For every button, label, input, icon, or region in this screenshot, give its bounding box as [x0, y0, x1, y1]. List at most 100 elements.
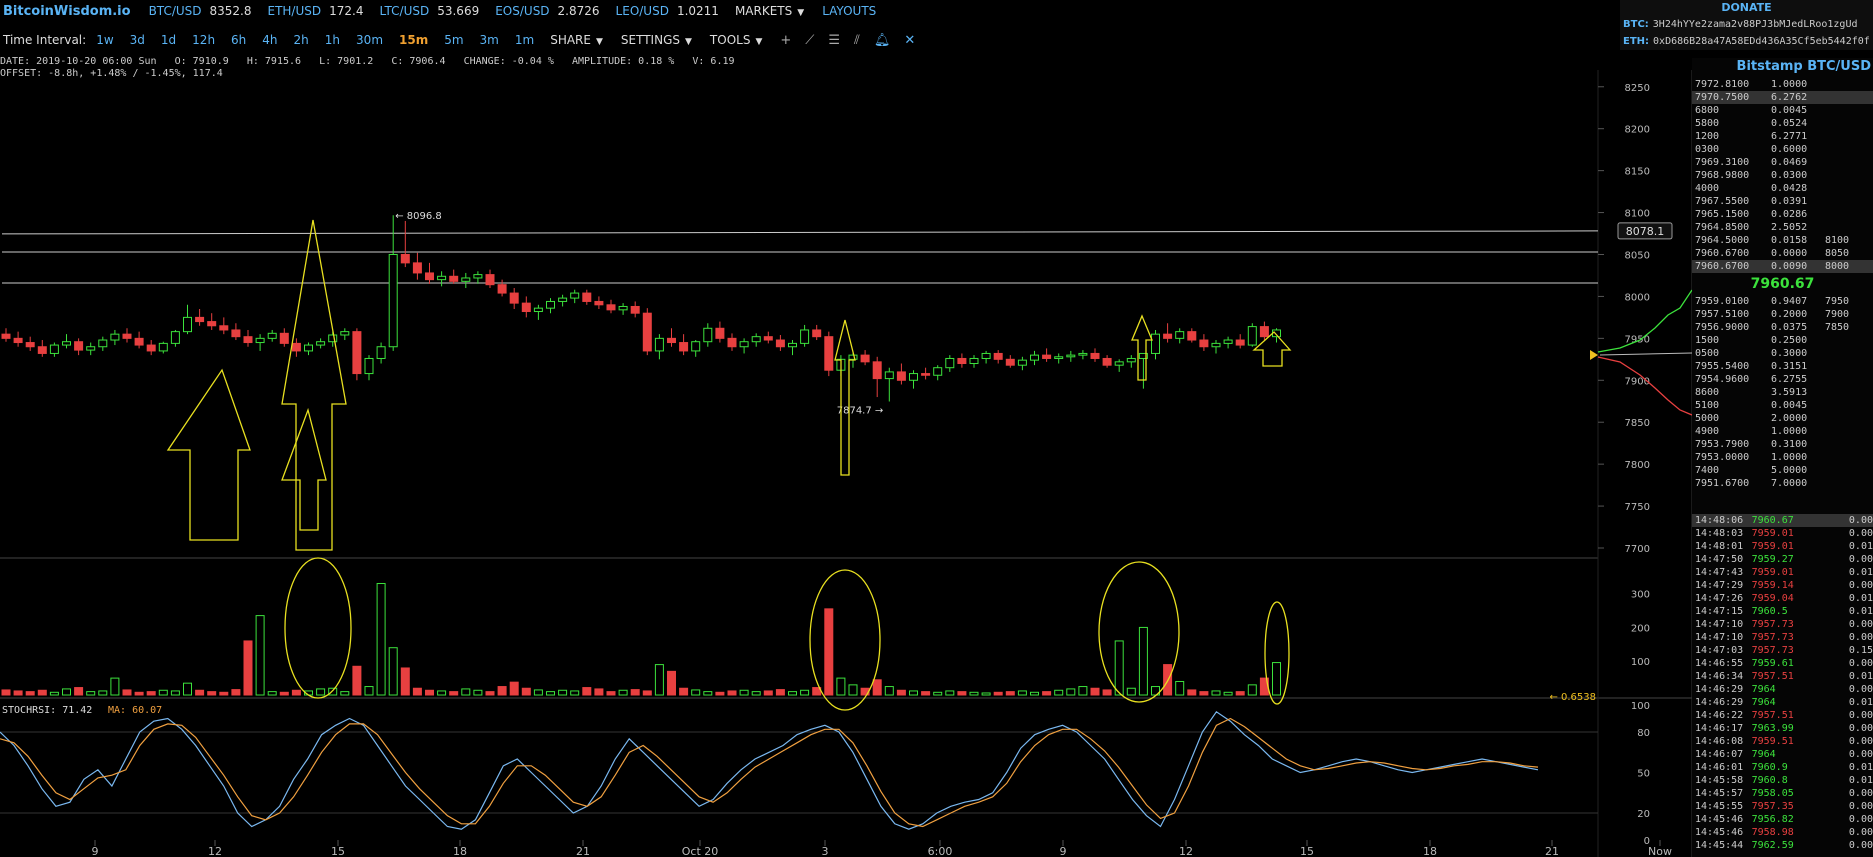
brand-logo[interactable]: BitcoinWisdom.io	[0, 4, 131, 19]
tools-menu[interactable]: TOOLS ▼	[710, 33, 762, 47]
trade-row[interactable]: 14:45:46 7956.82 0.00	[1692, 813, 1873, 826]
order-book-bid-row[interactable]: 7954.9600 6.2755	[1692, 373, 1873, 386]
price-chart[interactable]: 7700775078007850790079508000805081008150…	[0, 70, 1692, 857]
candle-body	[703, 327, 713, 343]
order-book-ask-row[interactable]: 7960.6700 0.0000 8050	[1692, 247, 1873, 260]
trade-row[interactable]: 14:45:46 7958.98 0.00	[1692, 826, 1873, 839]
trade-row[interactable]: 14:46:34 7957.51 0.01	[1692, 670, 1873, 683]
order-book-bid-row[interactable]: 4900 1.0000	[1692, 425, 1873, 438]
order-book-ask-row[interactable]: 5800 0.0524	[1692, 117, 1873, 130]
interval-6h[interactable]: 6h	[231, 33, 246, 47]
trade-row[interactable]: 14:46:22 7957.51 0.00	[1692, 709, 1873, 722]
trade-row[interactable]: 14:46:08 7959.51 0.00	[1692, 735, 1873, 748]
order-book-bid-row[interactable]: 5000 2.0000	[1692, 412, 1873, 425]
candle-body	[86, 346, 96, 351]
donate-eth-row[interactable]: ETH: 0xD686B28a47A58EDd436A35Cf5eb5442f0f	[1620, 33, 1873, 50]
trade-row[interactable]: 14:47:29 7959.14 0.00	[1692, 579, 1873, 592]
order-book-bid-row[interactable]: 7956.9000 0.0375 7850	[1692, 321, 1873, 334]
order-book-ask-row[interactable]: 7969.3100 0.0469	[1692, 156, 1873, 169]
order-book-bid-row[interactable]: 7959.0100 0.9407 7950	[1692, 295, 1873, 308]
volume-axis-label: 200	[1631, 623, 1650, 634]
trade-row[interactable]: 14:46:01 7960.9 0.01	[1692, 761, 1873, 774]
order-book-ask-row[interactable]: 1200 6.2771	[1692, 130, 1873, 143]
layouts-link[interactable]: LAYOUTS	[822, 4, 876, 18]
order-book-bid-row[interactable]: 7953.0000 1.0000	[1692, 451, 1873, 464]
ticker-eth[interactable]: ETH/USD 172.4	[268, 4, 364, 18]
trade-time: 14:48:03	[1695, 528, 1744, 539]
order-book-ask-row[interactable]: 4000 0.0428	[1692, 182, 1873, 195]
order-book-ask-row[interactable]: 7965.1500 0.0286	[1692, 208, 1873, 221]
trendline-icon[interactable]: ⟋	[805, 33, 814, 48]
order-book-bid-row[interactable]: 0500 0.3000	[1692, 347, 1873, 360]
trade-row[interactable]: 14:46:17 7963.99 0.00	[1692, 722, 1873, 735]
crosshair-icon[interactable]: +	[780, 33, 791, 48]
order-book-ask-row[interactable]: 7968.9800 0.0300	[1692, 169, 1873, 182]
ticker-leo[interactable]: LEO/USD 1.0211	[616, 4, 719, 18]
trade-row[interactable]: 14:47:15 7960.5 0.01	[1692, 605, 1873, 618]
interval-30m[interactable]: 30m	[356, 33, 383, 47]
trade-row[interactable]: 14:47:10 7957.73 0.00	[1692, 631, 1873, 644]
order-book-title: Bitstamp BTC/USD	[1736, 59, 1871, 74]
trade-row[interactable]: 14:46:55 7959.61 0.00	[1692, 657, 1873, 670]
interval-1d[interactable]: 1d	[161, 33, 176, 47]
trade-row[interactable]: 14:45:58 7960.8 0.01	[1692, 774, 1873, 787]
trade-row[interactable]: 14:47:50 7959.27 0.00	[1692, 553, 1873, 566]
volume-bar	[316, 688, 326, 696]
fullscreen-icon[interactable]: ✕	[904, 33, 915, 48]
volume-bar	[751, 691, 761, 696]
settings-menu[interactable]: SETTINGS ▼	[621, 33, 692, 47]
order-book-ask-row[interactable]: 0300 0.6000	[1692, 143, 1873, 156]
trade-row[interactable]: 14:46:07 7964 0.00	[1692, 748, 1873, 761]
order-book-ask-row[interactable]: 7972.8100 1.0000	[1692, 78, 1873, 91]
order-book-bid-row[interactable]: 8600 3.5913	[1692, 386, 1873, 399]
order-book-ask-row[interactable]: 6800 0.0045	[1692, 104, 1873, 117]
order-book-ask-row[interactable]: 7964.5000 0.0158 8100	[1692, 234, 1873, 247]
donate-title[interactable]: DONATE	[1620, 0, 1873, 16]
trade-row[interactable]: 14:46:29 7964 0.00	[1692, 683, 1873, 696]
bell-icon[interactable]: 🔔︎	[874, 33, 891, 48]
trade-row[interactable]: 14:45:57 7958.05 0.00	[1692, 787, 1873, 800]
interval-3m[interactable]: 3m	[480, 33, 499, 47]
interval-12h[interactable]: 12h	[192, 33, 215, 47]
fibonacci-icon[interactable]: ⫽	[854, 33, 860, 48]
interval-1w[interactable]: 1w	[96, 33, 113, 47]
order-book-ask-row[interactable]: 7970.7500 6.2762	[1692, 91, 1873, 104]
ticker-eos[interactable]: EOS/USD 2.8726	[495, 4, 599, 18]
ticker-btc[interactable]: BTC/USD 8352.8	[149, 4, 252, 18]
trade-row[interactable]: 14:48:06 7960.67 0.00	[1692, 514, 1873, 527]
order-book-bid-row[interactable]: 1500 0.2500	[1692, 334, 1873, 347]
interval-4h[interactable]: 4h	[262, 33, 277, 47]
share-menu[interactable]: SHARE ▼	[550, 33, 603, 47]
markets-menu[interactable]: MARKETS ▼	[735, 4, 804, 18]
trade-row[interactable]: 14:47:03 7957.73 0.15	[1692, 644, 1873, 657]
order-book-bid-row[interactable]: 7955.5400 0.3151	[1692, 360, 1873, 373]
interval-15m[interactable]: 15m	[399, 33, 428, 47]
donate-btc-row[interactable]: BTC: 3H24hYYe2zama2v88PJ3bMJedLRoo1zgUd	[1620, 16, 1873, 33]
volume-bar	[558, 689, 568, 696]
interval-1m[interactable]: 1m	[515, 33, 534, 47]
trade-row[interactable]: 14:47:26 7959.04 0.01	[1692, 592, 1873, 605]
order-book-ask-row[interactable]: 7967.5500 0.0391	[1692, 195, 1873, 208]
order-book-ask-row[interactable]: 7964.8500 2.5052	[1692, 221, 1873, 234]
trade-row[interactable]: 14:46:29 7964 0.01	[1692, 696, 1873, 709]
trade-row[interactable]: 14:47:10 7957.73 0.00	[1692, 618, 1873, 631]
order-book-bid-row[interactable]: 7400 5.0000	[1692, 464, 1873, 477]
order-book-bid-row[interactable]: 7951.6700 7.0000	[1692, 477, 1873, 490]
trade-row[interactable]: 14:48:03 7959.01 0.00	[1692, 527, 1873, 540]
interval-2h[interactable]: 2h	[294, 33, 309, 47]
ticker-ltc[interactable]: LTC/USD 53.669	[379, 4, 479, 18]
interval-1h[interactable]: 1h	[325, 33, 340, 47]
interval-5m[interactable]: 5m	[444, 33, 463, 47]
trade-row[interactable]: 14:45:44 7962.59 0.00	[1692, 839, 1873, 852]
volume-bar	[788, 691, 797, 696]
order-book-bid-row[interactable]: 5100 0.0045	[1692, 399, 1873, 412]
order-book-bid-row[interactable]: 7957.5100 0.2000 7900	[1692, 308, 1873, 321]
trade-row[interactable]: 14:45:55 7957.35 0.00	[1692, 800, 1873, 813]
horizontal-lines-icon[interactable]: ☰	[828, 33, 840, 48]
stochrsi-axis-label: 100	[1631, 701, 1650, 712]
interval-3d[interactable]: 3d	[130, 33, 145, 47]
order-book-ask-row[interactable]: 7960.6700 0.0090 8000	[1692, 260, 1873, 273]
order-book-bid-row[interactable]: 7953.7900 0.3100	[1692, 438, 1873, 451]
trade-row[interactable]: 14:47:43 7959.01 0.01	[1692, 566, 1873, 579]
trade-row[interactable]: 14:48:01 7959.01 0.01	[1692, 540, 1873, 553]
